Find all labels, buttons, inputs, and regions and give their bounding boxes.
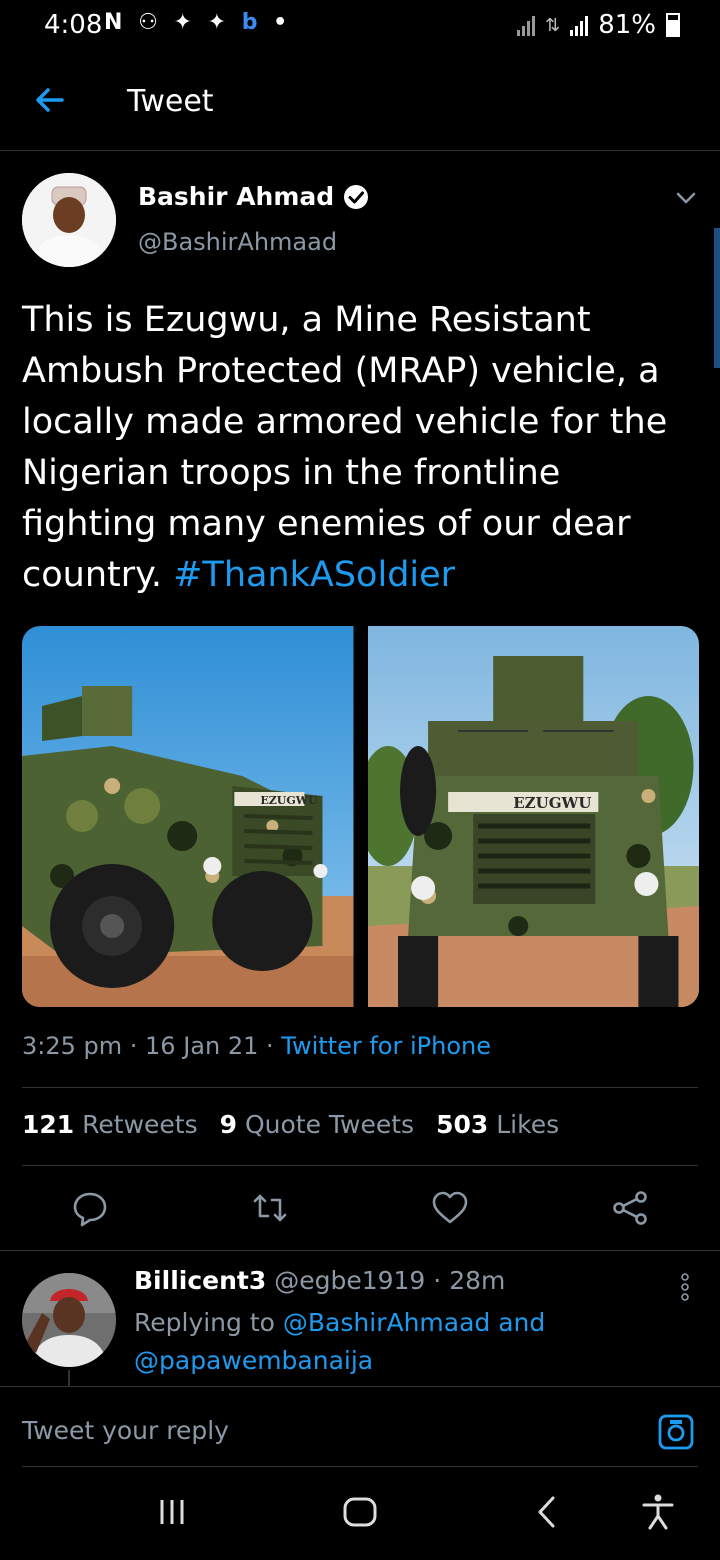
- media-photo-right[interactable]: EZUGWU: [367, 626, 699, 1007]
- back-nav-icon[interactable]: [528, 1492, 568, 1532]
- status-bar: 4:08 N ⚇ ✦ ✦ b • ⇅ 81%: [0, 0, 720, 54]
- accessibility-icon[interactable]: [638, 1492, 678, 1532]
- mention-link-1[interactable]: @BashirAhmaad: [283, 1308, 490, 1337]
- retweet-icon[interactable]: [250, 1188, 290, 1228]
- back-arrow-icon[interactable]: [32, 82, 68, 118]
- data-arrows-icon: ⇅: [545, 14, 561, 36]
- notification-icons: N ⚇ ✦ ✦ b •: [104, 10, 291, 35]
- signal-icon: [517, 14, 536, 36]
- quote-tweets-stat[interactable]: 9 Quote Tweets: [220, 1110, 414, 1139]
- reply-composer-input[interactable]: Tweet your reply: [22, 1416, 229, 1445]
- home-icon[interactable]: [340, 1492, 380, 1532]
- tweet-media: EZUGWU EZUGWU: [22, 626, 699, 1007]
- tweet-time: 3:25 pm: [22, 1032, 123, 1060]
- status-right: ⇅ 81%: [517, 10, 680, 40]
- like-heart-icon[interactable]: [430, 1188, 470, 1228]
- divider: [0, 1250, 720, 1251]
- hashtag-link[interactable]: #ThankASoldier: [173, 555, 455, 595]
- reply-icon[interactable]: [70, 1188, 110, 1228]
- battery-icon: [666, 13, 680, 37]
- thread-connector-line: [68, 1370, 70, 1386]
- nfc-icon: N: [104, 10, 127, 35]
- reply-header: Billicent3 @egbe1919 · 28m: [134, 1266, 506, 1295]
- chevron-down-icon[interactable]: [674, 186, 698, 210]
- author-name[interactable]: Bashir Ahmad: [138, 182, 370, 211]
- reply-author-name[interactable]: Billicent3: [134, 1266, 266, 1295]
- tweet-timestamp-line: 3:25 pm · 16 Jan 21 · Twitter for iPhone: [22, 1032, 491, 1060]
- author-avatar[interactable]: [22, 173, 116, 267]
- dot-icon: •: [273, 10, 292, 35]
- signal-icon-2: [570, 14, 589, 36]
- retweets-stat[interactable]: 121 Retweets: [22, 1110, 198, 1139]
- status-time: 4:08: [44, 10, 103, 40]
- vehicle-plate-text-left: EZUGWU: [260, 794, 318, 807]
- and-others-link[interactable]: and: [498, 1308, 545, 1337]
- battery-percent: 81%: [598, 10, 656, 40]
- divider: [22, 1165, 698, 1166]
- divider: [0, 1386, 720, 1387]
- b-app-icon: b: [241, 10, 262, 35]
- twitter-bird-icon: ✦: [173, 10, 196, 35]
- twitter-bird-icon-2: ✦: [207, 10, 231, 35]
- reply-age: 28m: [449, 1266, 506, 1295]
- camera-icon[interactable]: [656, 1412, 696, 1452]
- replying-to: Replying to @BashirAhmaad and @papawemba…: [134, 1308, 546, 1375]
- mention-link-2[interactable]: @papawembanaija: [134, 1346, 373, 1375]
- add-person-icon: ⚇: [138, 10, 162, 35]
- tweet-date: 16 Jan 21: [145, 1032, 259, 1060]
- recent-apps-icon[interactable]: [152, 1492, 192, 1532]
- page-title: Tweet: [127, 84, 214, 119]
- tweet-stats: 121 Retweets 9 Quote Tweets 503 Likes: [22, 1110, 559, 1139]
- system-navigation-bar: [0, 1466, 720, 1560]
- scrollbar[interactable]: [714, 228, 720, 368]
- author-handle[interactable]: @BashirAhmaad: [138, 228, 337, 256]
- tweet-source-link[interactable]: Twitter for iPhone: [281, 1032, 491, 1060]
- divider: [22, 1087, 698, 1088]
- verified-badge-icon: [344, 184, 369, 209]
- media-photo-left[interactable]: EZUGWU: [22, 626, 354, 1007]
- likes-stat[interactable]: 503 Likes: [436, 1110, 559, 1139]
- more-options-icon[interactable]: [678, 1272, 692, 1302]
- tweet-text: This is Ezugwu, a Mine Resistant Ambush …: [22, 300, 668, 595]
- top-app-bar: Tweet: [0, 54, 720, 151]
- vehicle-plate-text-right: EZUGWU: [513, 794, 591, 812]
- reply-author-handle[interactable]: @egbe1919: [274, 1266, 425, 1295]
- share-icon[interactable]: [610, 1188, 650, 1228]
- tweet-actions: [0, 1188, 720, 1232]
- reply-author-avatar[interactable]: [22, 1273, 116, 1367]
